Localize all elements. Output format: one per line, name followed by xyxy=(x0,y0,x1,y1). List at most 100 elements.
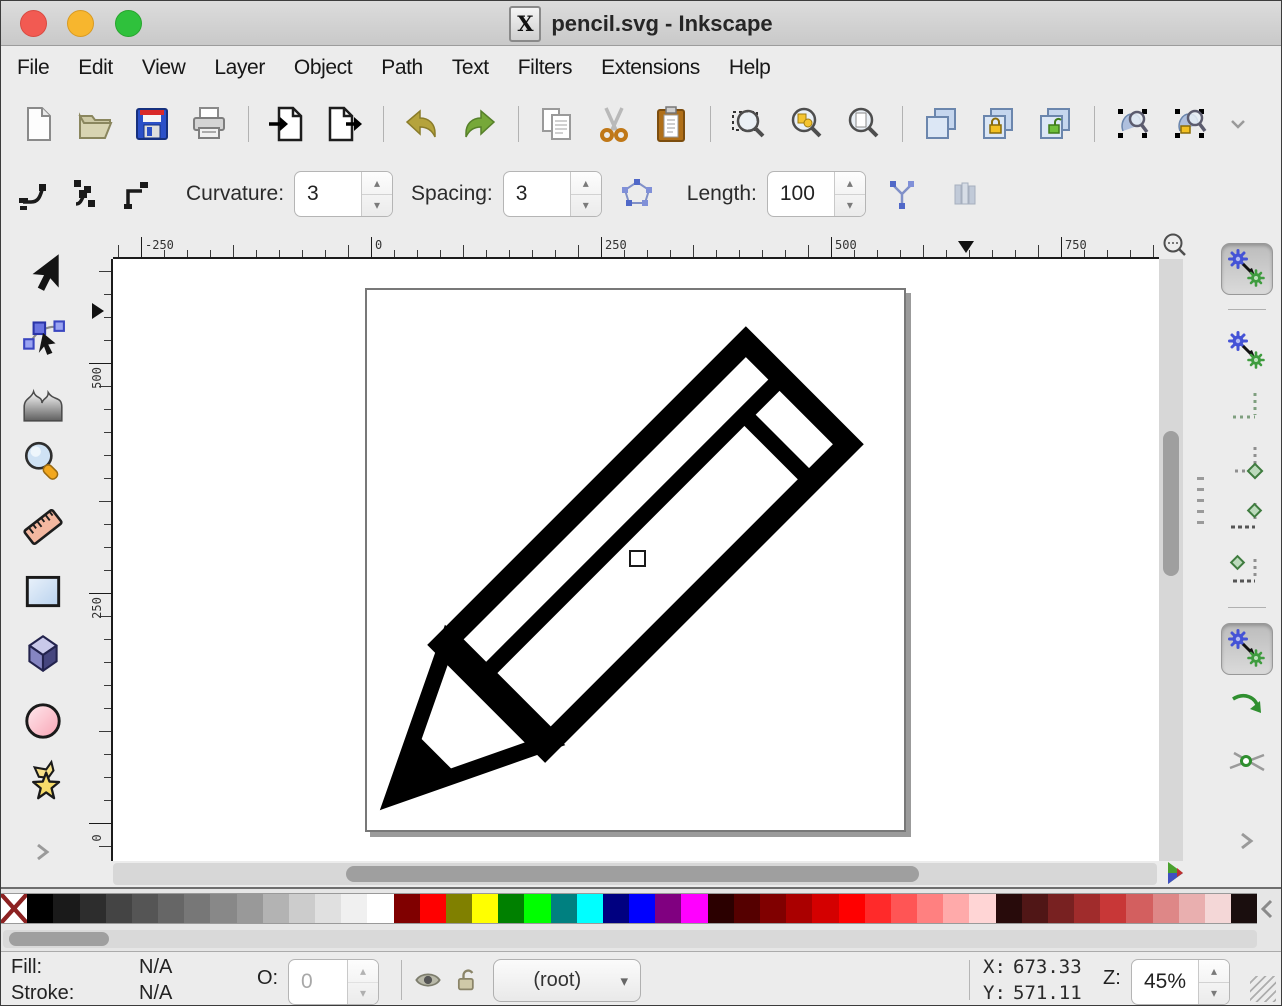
palette-swatch[interactable] xyxy=(524,894,550,923)
curvature-spinbox[interactable]: 3 ▴▾ xyxy=(294,171,393,217)
menu-path[interactable]: Path xyxy=(381,56,423,80)
horizontal-ruler[interactable]: -2500250500750 xyxy=(113,237,1159,259)
palette-swatch[interactable] xyxy=(341,894,367,923)
zoom-value[interactable]: 45% xyxy=(1132,960,1198,1004)
unlink-clone-button[interactable] xyxy=(1032,100,1078,148)
palette-swatch[interactable] xyxy=(865,894,891,923)
palette-swatch[interactable] xyxy=(996,894,1022,923)
menu-text[interactable]: Text xyxy=(452,56,489,80)
palette-swatch[interactable] xyxy=(367,894,393,923)
palette-swatch[interactable] xyxy=(812,894,838,923)
palette-swatch[interactable] xyxy=(289,894,315,923)
palette-swatch[interactable] xyxy=(263,894,289,923)
palette-swatch[interactable] xyxy=(734,894,760,923)
snap-path-intersections-button[interactable] xyxy=(1221,735,1273,787)
print-button[interactable] xyxy=(186,100,232,148)
create-clone-button[interactable] xyxy=(975,100,1021,148)
step-up-icon[interactable]: ▴ xyxy=(348,960,378,983)
palette-scrollbar-thumb[interactable] xyxy=(9,932,109,946)
palette-swatch[interactable] xyxy=(839,894,865,923)
palette-swatch[interactable] xyxy=(760,894,786,923)
step-up-icon[interactable]: ▴ xyxy=(362,172,392,195)
title-bar[interactable]: X pencil.svg - Inkscape xyxy=(1,1,1281,46)
spacing-value[interactable]: 3 xyxy=(504,172,570,216)
zoom-page-button[interactable] xyxy=(840,100,886,148)
star-tool-button[interactable] xyxy=(15,755,71,809)
palette-swatch[interactable] xyxy=(629,894,655,923)
edit-preferences-button[interactable] xyxy=(1167,100,1213,148)
palette-scrollbar[interactable] xyxy=(3,930,1257,948)
palette-swatch[interactable] xyxy=(1048,894,1074,923)
measure-tool-button[interactable] xyxy=(15,500,71,554)
vertical-ruler[interactable]: 5002500 xyxy=(89,259,113,861)
cut-button[interactable] xyxy=(591,100,637,148)
step-up-icon[interactable]: ▴ xyxy=(1199,960,1229,983)
palette-swatch[interactable] xyxy=(315,894,341,923)
import-button[interactable] xyxy=(264,100,310,148)
fill-value[interactable]: N/A xyxy=(139,954,172,980)
palette-swatch[interactable] xyxy=(80,894,106,923)
layer-lock-toggle[interactable] xyxy=(453,966,483,994)
undo-button[interactable] xyxy=(399,100,445,148)
length-spinbox[interactable]: 100 ▴▾ xyxy=(767,171,866,217)
new-document-button[interactable] xyxy=(15,100,61,148)
selection-handle[interactable] xyxy=(629,550,646,567)
enable-snapping-button[interactable] xyxy=(1221,243,1273,295)
connector-ignore-button[interactable] xyxy=(66,170,106,218)
menu-object[interactable]: Object xyxy=(294,56,352,80)
menu-file[interactable]: File xyxy=(17,56,49,80)
step-down-icon[interactable]: ▾ xyxy=(835,195,865,217)
menu-edit[interactable]: Edit xyxy=(78,56,113,80)
menu-view[interactable]: View xyxy=(142,56,186,80)
palette-swatch[interactable] xyxy=(1100,894,1126,923)
snap-bbox-edges-button[interactable] xyxy=(1221,383,1273,435)
palette-swatch[interactable] xyxy=(786,894,812,923)
menu-layer[interactable]: Layer xyxy=(214,56,265,80)
redo-button[interactable] xyxy=(456,100,502,148)
duplicate-button[interactable] xyxy=(918,100,964,148)
menu-filters[interactable]: Filters xyxy=(518,56,572,80)
toolbar-overflow-button[interactable] xyxy=(1224,100,1252,148)
palette-swatch[interactable] xyxy=(943,894,969,923)
arrange-network-button[interactable] xyxy=(616,170,658,218)
palette-swatch[interactable] xyxy=(446,894,472,923)
ellipse-tool-button[interactable] xyxy=(15,694,71,748)
step-up-icon[interactable]: ▴ xyxy=(835,172,865,195)
palette-swatch[interactable] xyxy=(27,894,53,923)
connector-avoid-button[interactable] xyxy=(15,170,55,218)
step-up-icon[interactable]: ▴ xyxy=(571,172,601,195)
palette-swatch[interactable] xyxy=(158,894,184,923)
node-tool-button[interactable] xyxy=(15,307,71,361)
palette-swatch[interactable] xyxy=(1179,894,1205,923)
zoom-spinbox[interactable]: 45% ▴▾ xyxy=(1131,959,1230,1005)
step-down-icon[interactable]: ▾ xyxy=(362,195,392,217)
step-down-icon[interactable]: ▾ xyxy=(348,983,378,1005)
layer-visibility-toggle[interactable] xyxy=(413,966,443,994)
palette-swatch[interactable] xyxy=(917,894,943,923)
step-down-icon[interactable]: ▾ xyxy=(571,195,601,217)
remove-overlaps-button[interactable] xyxy=(945,170,985,218)
spacing-spinbox[interactable]: 3 ▴▾ xyxy=(503,171,602,217)
toolbox-expander-button[interactable] xyxy=(15,825,71,879)
save-document-button[interactable] xyxy=(129,100,175,148)
paste-button[interactable] xyxy=(648,100,694,148)
palette-swatch[interactable] xyxy=(1126,894,1152,923)
snapbar-splitter-handle[interactable] xyxy=(1197,477,1204,529)
curvature-stepper[interactable]: ▴▾ xyxy=(361,172,392,216)
length-stepper[interactable]: ▴▾ xyxy=(834,172,865,216)
zoom-drawing-button[interactable] xyxy=(783,100,829,148)
palette-scroll-left-button[interactable] xyxy=(1256,897,1278,921)
palette-swatch[interactable] xyxy=(106,894,132,923)
horizontal-scrollbar-thumb[interactable] xyxy=(346,866,919,882)
tweak-tool-button[interactable] xyxy=(15,375,71,429)
palette-swatch[interactable] xyxy=(498,894,524,923)
color-managed-display-icon[interactable] xyxy=(1161,859,1189,887)
palette-swatch[interactable] xyxy=(969,894,995,923)
export-button[interactable] xyxy=(321,100,367,148)
rectangle-tool-button[interactable] xyxy=(15,564,71,618)
snap-bbox-edge-midpoints-button[interactable] xyxy=(1221,491,1273,543)
menu-extensions[interactable]: Extensions xyxy=(601,56,700,80)
stroke-value[interactable]: N/A xyxy=(139,980,172,1006)
palette-swatch[interactable] xyxy=(1074,894,1100,923)
palette-swatch[interactable] xyxy=(891,894,917,923)
